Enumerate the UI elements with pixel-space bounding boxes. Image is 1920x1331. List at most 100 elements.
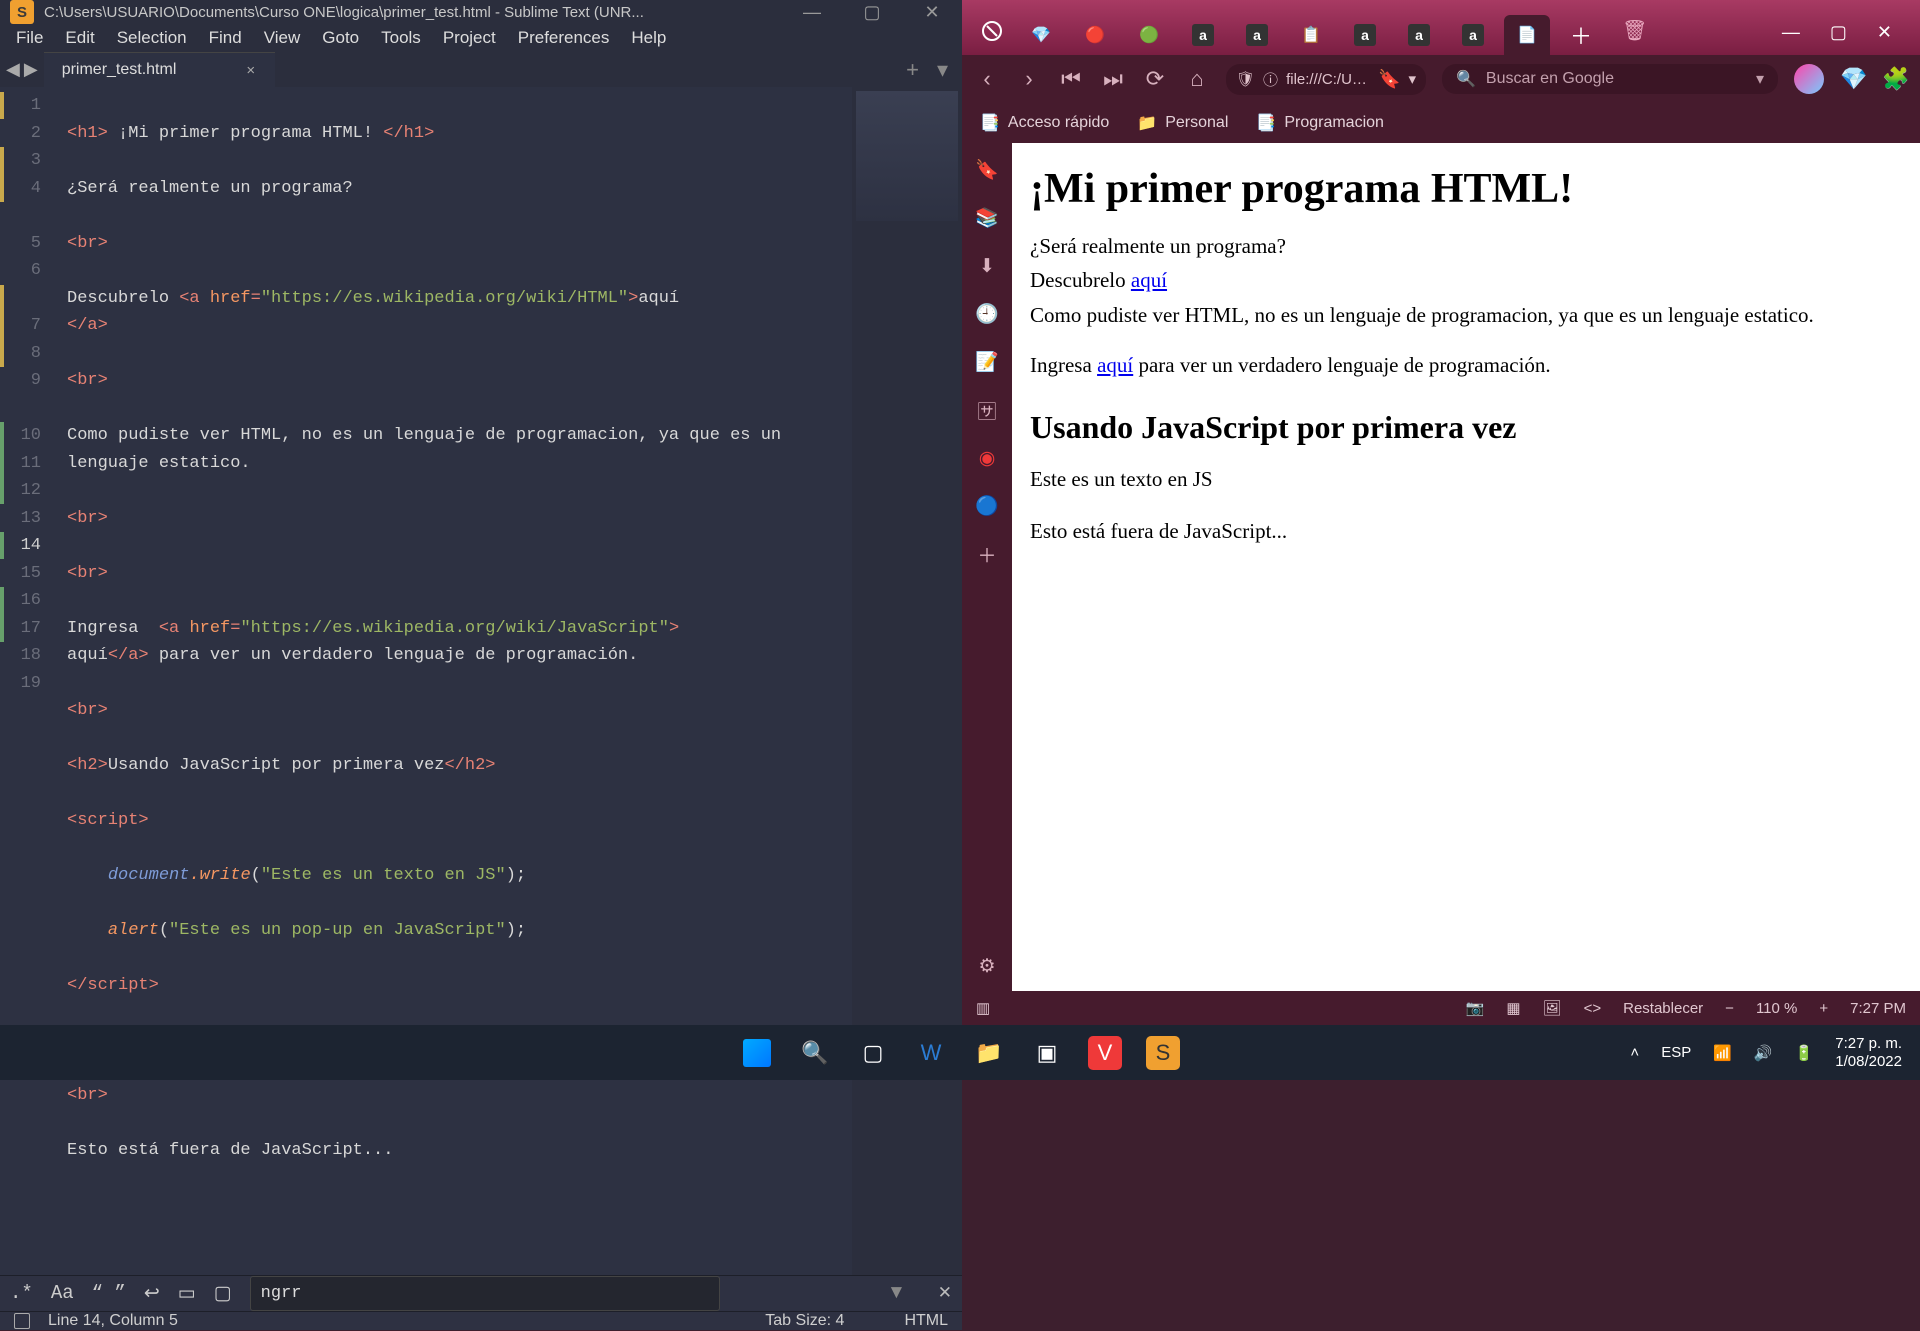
status-square-icon[interactable]: [14, 1313, 30, 1329]
code[interactable]: <h1> ¡Mi primer programa HTML! </h1> ¿Se…: [55, 87, 852, 1275]
images-icon[interactable]: 🖼: [1543, 999, 1562, 1017]
task-view-button[interactable]: ▢: [856, 1036, 890, 1070]
volume-icon[interactable]: 🔊: [1754, 1044, 1773, 1062]
menu-selection[interactable]: Selection: [107, 24, 197, 52]
add-panel-icon[interactable]: ＋: [976, 543, 998, 565]
lang-indicator[interactable]: ESP: [1661, 1044, 1691, 1061]
url-field[interactable]: 🛡 ⓘ file:///C:/U… 🔖 ▾: [1226, 64, 1426, 95]
link-aqui-1[interactable]: aquí: [1131, 268, 1167, 292]
tab-menu-icon[interactable]: ▾: [937, 57, 948, 83]
start-button[interactable]: [740, 1036, 774, 1070]
case-icon[interactable]: Aa: [51, 1282, 74, 1304]
bm-programacion[interactable]: 📑 Programacion: [1256, 113, 1384, 133]
translate-icon[interactable]: 🈂: [976, 399, 998, 421]
menu-find[interactable]: Find: [199, 24, 252, 52]
reload-icon[interactable]: ⟳: [1142, 66, 1168, 92]
status-tabsize[interactable]: Tab Size: 4: [765, 1312, 844, 1330]
tab-7[interactable]: a: [1342, 15, 1388, 55]
explorer-icon[interactable]: 📁: [972, 1036, 1006, 1070]
regex-icon[interactable]: .*: [10, 1282, 33, 1304]
battery-icon[interactable]: 🔋: [1795, 1044, 1814, 1062]
google-panel-icon[interactable]: 🔵: [976, 495, 998, 517]
ffwd-icon[interactable]: ⏭: [1100, 66, 1126, 92]
menu-view[interactable]: View: [254, 24, 311, 52]
menu-help[interactable]: Help: [621, 24, 676, 52]
profile-avatar[interactable]: [1794, 64, 1824, 94]
highlight-icon[interactable]: ▢: [214, 1282, 232, 1305]
tab-4[interactable]: a: [1180, 15, 1226, 55]
tab-active[interactable]: 📄: [1504, 15, 1550, 55]
bookmark-menu-icon[interactable]: ▾: [1408, 70, 1416, 88]
rewind-icon[interactable]: ⏮: [1058, 66, 1084, 92]
page-actions-icon[interactable]: <>: [1584, 1000, 1602, 1017]
search-button[interactable]: 🔍: [798, 1036, 832, 1070]
editor-area[interactable]: 1 2 3 4 5 6 7 8 9 10 11 12 13 14 15 16 1…: [0, 87, 962, 1275]
bm-acceso[interactable]: 📑 Acceso rápido: [980, 113, 1109, 133]
bookmarks-panel-icon[interactable]: 🔖: [976, 159, 998, 181]
vivaldi-menu-icon[interactable]: [976, 15, 1008, 47]
wrap-icon[interactable]: ↩: [144, 1282, 160, 1305]
nav-back-icon[interactable]: ◀: [6, 59, 20, 80]
tab-primer-test[interactable]: primer_test.html ×: [44, 52, 275, 87]
tab-close-icon[interactable]: ×: [246, 62, 255, 79]
home-icon[interactable]: ⌂: [1184, 66, 1210, 92]
tab-8[interactable]: a: [1396, 15, 1442, 55]
notes-icon[interactable]: 📝: [976, 351, 998, 373]
zoom-out-icon[interactable]: −: [1725, 1000, 1734, 1017]
tab-3[interactable]: 🟢: [1126, 15, 1172, 55]
vivaldi-taskbar-icon[interactable]: V: [1088, 1036, 1122, 1070]
terminal-icon[interactable]: ▣: [1030, 1036, 1064, 1070]
menu-edit[interactable]: Edit: [55, 24, 104, 52]
close-button[interactable]: ✕: [902, 2, 962, 23]
reading-list-icon[interactable]: 📚: [976, 207, 998, 229]
link-aqui-2[interactable]: aquí: [1097, 353, 1133, 377]
zoom-reset[interactable]: Restablecer: [1623, 1000, 1703, 1017]
minimap[interactable]: [852, 87, 962, 1275]
tab-2[interactable]: 🔴: [1072, 15, 1118, 55]
nav-forward-icon[interactable]: ›: [1016, 66, 1042, 92]
zoom-in-icon[interactable]: +: [1819, 1000, 1828, 1017]
browser-close-icon[interactable]: ✕: [1877, 22, 1892, 43]
gem-icon[interactable]: 💎: [1840, 66, 1866, 92]
status-syntax[interactable]: HTML: [904, 1312, 948, 1330]
page-content[interactable]: ¡Mi primer programa HTML! ¿Será realment…: [1012, 143, 1920, 991]
menu-project[interactable]: Project: [433, 24, 506, 52]
downloads-icon[interactable]: ⬇: [976, 255, 998, 277]
menu-goto[interactable]: Goto: [312, 24, 369, 52]
menu-file[interactable]: File: [6, 24, 53, 52]
tiling-icon[interactable]: ▦: [1506, 999, 1520, 1017]
minimize-button[interactable]: —: [782, 2, 842, 23]
sublime-taskbar-icon[interactable]: S: [1146, 1036, 1180, 1070]
settings-icon[interactable]: ⚙: [976, 955, 998, 977]
browser-max-icon[interactable]: ▢: [1830, 22, 1847, 43]
new-tab-icon[interactable]: +: [906, 57, 919, 83]
browser-min-icon[interactable]: —: [1782, 22, 1800, 43]
status-position[interactable]: Line 14, Column 5: [48, 1312, 178, 1330]
vivaldi-panel-icon[interactable]: ◉: [976, 447, 998, 469]
nav-back-icon[interactable]: ‹: [974, 66, 1000, 92]
wifi-icon[interactable]: 📶: [1713, 1044, 1732, 1062]
bm-personal[interactable]: 📁 Personal: [1137, 113, 1228, 133]
tab-5[interactable]: a: [1234, 15, 1280, 55]
find-close-icon[interactable]: ✕: [938, 1283, 952, 1303]
find-history-icon[interactable]: ▼: [887, 1282, 906, 1304]
menu-tools[interactable]: Tools: [371, 24, 431, 52]
panel-toggle-icon[interactable]: ▥: [976, 999, 990, 1017]
find-input[interactable]: [250, 1276, 720, 1311]
capture-icon[interactable]: 📷: [1466, 999, 1485, 1017]
tab-9[interactable]: a: [1450, 15, 1496, 55]
tray-chevron-icon[interactable]: ˄: [1630, 1044, 1639, 1061]
whole-word-icon[interactable]: “ ”: [92, 1282, 126, 1304]
maximize-button[interactable]: ▢: [842, 2, 902, 23]
extensions-icon[interactable]: 🧩: [1882, 66, 1908, 92]
new-tab-button[interactable]: ＋: [1558, 15, 1604, 55]
nav-fwd-icon[interactable]: ▶: [24, 59, 38, 80]
menu-preferences[interactable]: Preferences: [508, 24, 620, 52]
closed-tabs-icon[interactable]: 🗑: [1622, 18, 1647, 43]
search-engine-menu-icon[interactable]: ▾: [1756, 69, 1764, 89]
search-field[interactable]: 🔍 Buscar en Google ▾: [1442, 64, 1778, 94]
bookmark-icon[interactable]: 🔖: [1378, 69, 1400, 90]
history-icon[interactable]: 🕘: [976, 303, 998, 325]
tab-6[interactable]: 📋: [1288, 15, 1334, 55]
tab-1[interactable]: 💎: [1018, 15, 1064, 55]
